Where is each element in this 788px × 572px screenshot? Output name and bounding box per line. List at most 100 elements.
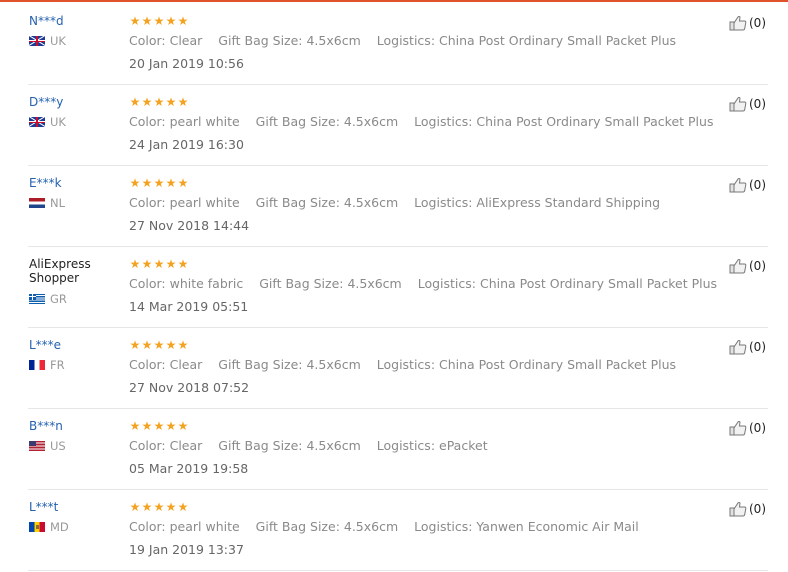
star-icon: ★ bbox=[129, 95, 141, 109]
star-icon: ★ bbox=[129, 257, 141, 271]
helpful-count: (0) bbox=[749, 502, 766, 516]
reviewer-info: B***n US bbox=[29, 419, 124, 453]
star-icon: ★ bbox=[153, 257, 165, 271]
review-detail: ★ ★ ★ ★ ★ Color: Clear Gift Bag Size: 4.5x6c… bbox=[129, 338, 688, 396]
reviewer-name[interactable]: B***n bbox=[29, 419, 124, 433]
reviewer-name[interactable]: E***k bbox=[29, 176, 124, 190]
star-icon: ★ bbox=[165, 14, 177, 28]
product-attributes: Color: pearl white Gift Bag Size: 4.5x6c… bbox=[129, 114, 725, 130]
attr-color: Color: Clear bbox=[129, 438, 203, 453]
star-icon: ★ bbox=[153, 338, 165, 352]
product-attributes: Color: Clear Gift Bag Size: 4.5x6cm Logi… bbox=[129, 33, 688, 49]
helpful-button[interactable]: (0) bbox=[729, 177, 766, 193]
helpful-count: (0) bbox=[749, 421, 766, 435]
helpful-button[interactable]: (0) bbox=[729, 501, 766, 517]
attr-color: Color: pearl white bbox=[129, 519, 240, 534]
star-rating: ★ ★ ★ ★ ★ bbox=[129, 500, 651, 514]
review-item: L***t MD ★ ★ ★ ★ ★ Color: pearl white Gift B… bbox=[28, 490, 768, 571]
helpful-button[interactable]: (0) bbox=[729, 96, 766, 112]
attr-color: Color: pearl white bbox=[129, 195, 240, 210]
reviewer-country: GR bbox=[29, 292, 124, 306]
reviewer-country: NL bbox=[29, 196, 124, 210]
helpful-count: (0) bbox=[749, 97, 766, 111]
review-detail: ★ ★ ★ ★ ★ Color: pearl white Gift Bag Size: … bbox=[129, 500, 651, 558]
thumbs-up-icon bbox=[729, 178, 747, 193]
star-icon: ★ bbox=[177, 338, 189, 352]
review-item: B***n US ★ ★ ★ ★ ★ Color: Clear Gift Bag Siz… bbox=[28, 409, 768, 490]
helpful-button[interactable]: (0) bbox=[729, 339, 766, 355]
star-icon: ★ bbox=[141, 500, 153, 514]
star-icon: ★ bbox=[177, 419, 189, 433]
review-date: 27 Nov 2018 14:44 bbox=[129, 218, 250, 233]
reviewer-country: FR bbox=[29, 358, 124, 372]
star-icon: ★ bbox=[129, 419, 141, 433]
reviewer-name[interactable]: L***t bbox=[29, 500, 124, 514]
star-icon: ★ bbox=[153, 176, 165, 190]
star-icon: ★ bbox=[129, 338, 141, 352]
product-attributes: Color: Clear Gift Bag Size: 4.5x6cm Logi… bbox=[129, 438, 500, 454]
star-icon: ★ bbox=[165, 95, 177, 109]
attr-gift-bag-size: Gift Bag Size: 4.5x6cm bbox=[259, 276, 402, 291]
country-code: US bbox=[50, 439, 66, 453]
star-icon: ★ bbox=[165, 257, 177, 271]
review-date: 27 Nov 2018 07:52 bbox=[129, 380, 250, 395]
attr-color: Color: white fabric bbox=[129, 276, 244, 291]
star-icon: ★ bbox=[141, 257, 153, 271]
attr-logistics: Logistics: ePacket bbox=[376, 438, 488, 453]
star-icon: ★ bbox=[165, 176, 177, 190]
star-icon: ★ bbox=[177, 257, 189, 271]
review-date: 19 Jan 2019 13:37 bbox=[129, 542, 244, 557]
flag-fr-icon bbox=[29, 360, 45, 370]
reviewer-name[interactable]: D***y bbox=[29, 95, 124, 109]
attr-gift-bag-size: Gift Bag Size: 4.5x6cm bbox=[255, 114, 399, 129]
review-date: 24 Jan 2019 16:30 bbox=[129, 137, 244, 152]
reviewer-country: UK bbox=[29, 115, 124, 129]
reviewer-name[interactable]: N***d bbox=[29, 14, 124, 28]
flag-nl-icon bbox=[29, 198, 45, 208]
helpful-button[interactable]: (0) bbox=[729, 420, 766, 436]
star-rating: ★ ★ ★ ★ ★ bbox=[129, 257, 729, 271]
thumbs-up-icon bbox=[729, 259, 747, 274]
country-code: UK bbox=[50, 115, 66, 129]
reviewer-info: AliExpress Shopper GR bbox=[29, 257, 124, 306]
attr-color: Color: pearl white bbox=[129, 114, 240, 129]
country-code: NL bbox=[50, 196, 66, 210]
review-detail: ★ ★ ★ ★ ★ Color: Clear Gift Bag Size: 4.5x6c… bbox=[129, 14, 688, 72]
attr-logistics: Logistics: Yanwen Economic Air Mail bbox=[414, 519, 639, 534]
review-item: E***k NL ★ ★ ★ ★ ★ Color: pearl white Gift B… bbox=[28, 166, 768, 247]
country-code: GR bbox=[50, 292, 67, 306]
star-icon: ★ bbox=[129, 14, 141, 28]
star-icon: ★ bbox=[141, 338, 153, 352]
star-icon: ★ bbox=[141, 14, 153, 28]
review-item: L***e FR ★ ★ ★ ★ ★ Color: Clear Gift Bag Siz… bbox=[28, 328, 768, 409]
star-icon: ★ bbox=[153, 14, 165, 28]
reviewer-info: E***k NL bbox=[29, 176, 124, 210]
review-detail: ★ ★ ★ ★ ★ Color: pearl white Gift Bag Size: … bbox=[129, 176, 672, 234]
star-icon: ★ bbox=[177, 95, 189, 109]
star-icon: ★ bbox=[153, 500, 165, 514]
product-attributes: Color: white fabric Gift Bag Size: 4.5x6… bbox=[129, 276, 729, 292]
star-rating: ★ ★ ★ ★ ★ bbox=[129, 338, 688, 352]
review-detail: ★ ★ ★ ★ ★ Color: pearl white Gift Bag Size: … bbox=[129, 95, 725, 153]
review-detail: ★ ★ ★ ★ ★ Color: white fabric Gift Bag Size:… bbox=[129, 257, 729, 315]
helpful-count: (0) bbox=[749, 259, 766, 273]
star-icon: ★ bbox=[153, 419, 165, 433]
review-item: D***y UK ★ ★ ★ ★ ★ Color: pearl white Gift B… bbox=[28, 85, 768, 166]
reviewer-name[interactable]: L***e bbox=[29, 338, 124, 352]
review-detail: ★ ★ ★ ★ ★ Color: Clear Gift Bag Size: 4.5x6c… bbox=[129, 419, 500, 477]
country-code: MD bbox=[50, 520, 69, 534]
attr-gift-bag-size: Gift Bag Size: 4.5x6cm bbox=[218, 357, 361, 372]
star-icon: ★ bbox=[177, 14, 189, 28]
star-icon: ★ bbox=[141, 95, 153, 109]
product-attributes: Color: pearl white Gift Bag Size: 4.5x6c… bbox=[129, 519, 651, 535]
reviewer-info: D***y UK bbox=[29, 95, 124, 129]
helpful-button[interactable]: (0) bbox=[729, 258, 766, 274]
helpful-button[interactable]: (0) bbox=[729, 15, 766, 31]
helpful-count: (0) bbox=[749, 340, 766, 354]
attr-logistics: Logistics: China Post Ordinary Small Pac… bbox=[414, 114, 714, 129]
review-date: 14 Mar 2019 05:51 bbox=[129, 299, 249, 314]
review-item: AliExpress Shopper GR ★ ★ ★ ★ ★ Color: white… bbox=[28, 247, 768, 328]
star-icon: ★ bbox=[129, 176, 141, 190]
star-icon: ★ bbox=[141, 419, 153, 433]
thumbs-up-icon bbox=[729, 421, 747, 436]
